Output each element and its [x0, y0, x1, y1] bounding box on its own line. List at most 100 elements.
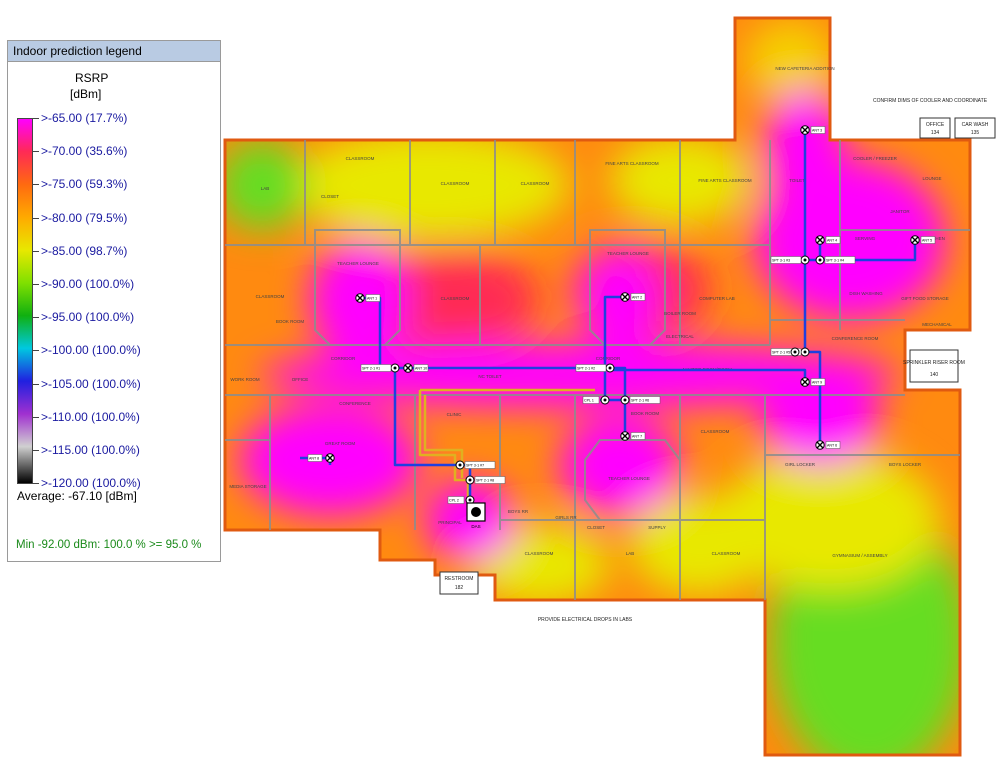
antenna[interactable]: ANT 5: [910, 235, 936, 245]
antenna-label: ANT 10: [415, 367, 427, 371]
antenna-label: ANT 1: [367, 297, 377, 301]
splitter-label: SPT 3-1 #7: [466, 464, 484, 468]
room-label: WORK ROOM: [230, 377, 259, 382]
antenna-label: ANT 5: [922, 239, 932, 243]
room-label: LOUNGE: [922, 176, 941, 181]
room-label: DISH WASHING: [849, 291, 883, 296]
electrical-note: PROVIDE ELECTRICAL DROPS IN LABS: [538, 617, 633, 623]
antenna-label: ANT 2: [632, 296, 642, 300]
room-label: JANITOR: [890, 209, 910, 214]
legend-tick: >-105.00 (100.0%): [33, 377, 213, 410]
legend-unit: [dBm]: [70, 87, 102, 101]
splitter[interactable]: SPT 3-1 #7: [455, 460, 496, 470]
room-label: PRINCIPAL: [438, 520, 462, 525]
room-label: CLOSET: [321, 194, 339, 199]
legend-title: Indoor prediction legend: [8, 41, 220, 62]
legend-tick: >-80.00 (79.5%): [33, 211, 213, 244]
coupler-label: CPL 2: [449, 499, 459, 503]
splitter-label: SPT 2-1 #5: [772, 351, 790, 355]
legend-ticks: >-65.00 (17.7%) >-70.00 (35.6%) >-75.00 …: [33, 111, 213, 509]
room-label: NC TOILET: [478, 374, 502, 379]
room-label: SUPPLY: [648, 525, 665, 530]
splitter[interactable]: SPT 2-1 #5: [770, 347, 810, 357]
room-label: NEW CAFETERIA ADDITION: [775, 66, 834, 71]
heat-magenta-center: [580, 250, 660, 350]
legend-tick: >-115.00 (100.0%): [33, 443, 213, 476]
legend-min-stat: Min -92.00 dBm: 100.0 % >= 95.0 %: [16, 539, 202, 551]
rsrp-heatmap: [225, 18, 970, 755]
room-label: CLASSROOM: [525, 551, 554, 556]
antenna[interactable]: ANT 7: [620, 431, 646, 441]
room-label: TEACHER LOUNGE: [607, 251, 649, 256]
office-label: OFFICE: [926, 122, 945, 128]
room-label: CLASSROOM: [256, 294, 285, 299]
room-label: BOOK ROOM: [276, 319, 305, 324]
antenna[interactable]: ANT 9: [800, 377, 826, 387]
antenna[interactable]: ANT 10: [403, 363, 429, 373]
room-label: CLASSROOM: [441, 181, 470, 186]
room-label: CONFERENCE: [339, 401, 371, 406]
restroom-label: RESTROOM: [445, 576, 474, 582]
antenna-label: ANT 9: [812, 381, 822, 385]
legend-color-scale: [17, 118, 33, 484]
room-label: GIRL LOCKER: [785, 462, 816, 467]
room-label: COOLER / FREEZER: [853, 156, 898, 161]
das-label: DAS: [471, 524, 480, 529]
room-label: FINE ARTS CLASSROOM: [698, 178, 751, 183]
splitter[interactable]: SPT 3-1 #4: [815, 255, 856, 265]
coupler[interactable]: CPL 1: [582, 395, 610, 405]
splitter-label: SPT 2-1 #1: [362, 367, 380, 371]
room-label: SERVING: [855, 236, 876, 241]
room-label: CORRIDOR: [331, 356, 356, 361]
room-label: ELECTRICAL: [666, 334, 694, 339]
legend-tick: >-110.00 (100.0%): [33, 410, 213, 443]
room-label: BOILER ROOM: [664, 311, 696, 316]
splitter[interactable]: SPT 2-1 #8: [465, 475, 506, 485]
room-label: TOILET: [789, 178, 805, 183]
coupler[interactable]: [790, 347, 800, 357]
antenna[interactable]: ANT 2: [620, 292, 646, 302]
room-label: LAB: [261, 186, 270, 191]
splitter-label: SPT 2-1 #2: [577, 367, 595, 371]
legend-tick: >-90.00 (100.0%): [33, 277, 213, 310]
coupler-label: CPL 1: [584, 399, 594, 403]
room-label: MECHANICAL: [922, 322, 952, 327]
antenna[interactable]: ANT 1: [355, 293, 381, 303]
antenna[interactable]: ANT 4: [815, 235, 841, 245]
room-label: CORRIDOR: [596, 356, 621, 361]
room-label: BOOK ROOM: [631, 411, 660, 416]
room-label: TEACHER LOUNGE: [337, 261, 379, 266]
splitter-label: SPT 3-1 #3: [772, 259, 790, 263]
room-label: BOYS LOCKER: [889, 462, 922, 467]
legend-tick: >-70.00 (35.6%): [33, 144, 213, 177]
antenna-label: ANT 7: [632, 435, 642, 439]
legend-tick: >-95.00 (100.0%): [33, 310, 213, 343]
splitter[interactable]: SPT 2-1 #1: [360, 363, 400, 373]
heat-magenta-south: [560, 415, 680, 515]
antenna-label: ANT 8: [309, 457, 319, 461]
cooler-note: CONFIRM DIMS OF COOLER AND COORDINATE: [873, 98, 988, 104]
heat-yellow-cafe: [745, 20, 835, 100]
splitter[interactable]: SPT 2-1 #2: [575, 363, 615, 373]
room-label: GIFT FOOD STORAGE: [901, 296, 949, 301]
antenna[interactable]: ANT 6: [815, 440, 841, 450]
prediction-legend: Indoor prediction legend RSRP [dBm] >-65…: [7, 40, 221, 562]
room-label: CLASSROOM: [441, 296, 470, 301]
room-label: GREAT ROOM: [325, 441, 356, 446]
antenna[interactable]: ANT 3: [800, 125, 826, 135]
car-wash-number: 135: [971, 130, 980, 136]
splitter[interactable]: SPT 2-1 #6: [620, 395, 661, 405]
room-label: OFFICE: [292, 377, 309, 382]
heat-green-left: [225, 140, 307, 230]
legend-metric: RSRP: [75, 71, 109, 85]
room-label: TEACHER LOUNGE: [608, 476, 650, 481]
antenna-label: ANT 3: [812, 129, 822, 133]
splitter-label: SPT 2-1 #8: [476, 479, 494, 483]
legend-tick: >-75.00 (59.3%): [33, 177, 213, 210]
splitter[interactable]: SPT 3-1 #3: [770, 255, 810, 265]
room-label: MEDIA STORAGE: [229, 484, 266, 489]
room-label: CLINIC: [447, 412, 463, 417]
sprinkler-label: SPRINKLER RISER ROOM: [903, 360, 965, 366]
antenna[interactable]: ANT 8: [307, 453, 335, 463]
room-label: CLOSET: [587, 525, 605, 530]
